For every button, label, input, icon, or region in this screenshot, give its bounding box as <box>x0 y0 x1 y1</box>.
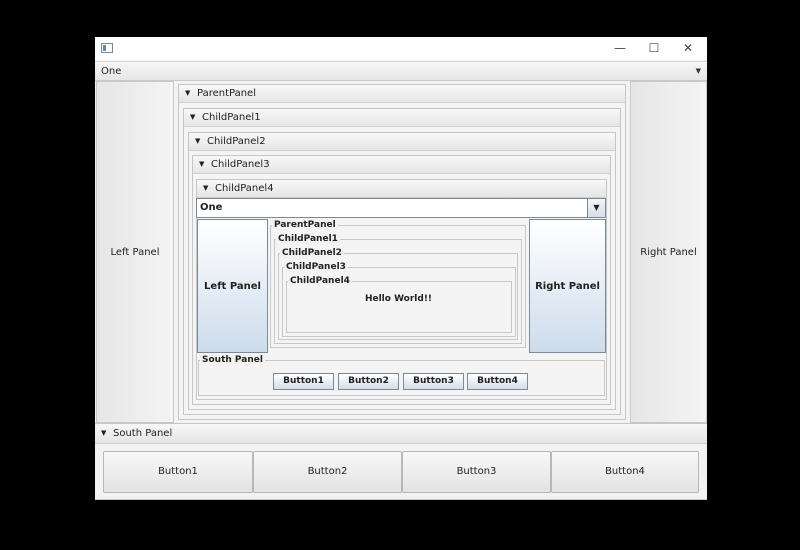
combo-value: One <box>101 66 122 77</box>
titled-border-label: ChildPanel4 <box>288 276 352 286</box>
south-pane-title: South Panel <box>113 428 173 439</box>
titled-border-label: ChildPanel1 <box>276 234 340 244</box>
left-panel: Left Panel <box>96 81 174 423</box>
close-button[interactable]: ✕ <box>671 37 705 60</box>
title-bar: — ☐ ✕ <box>95 37 707 60</box>
titled-pane-header[interactable]: ▼ ChildPanel1 <box>184 109 620 127</box>
titled-border-label: ChildPanel2 <box>280 248 344 258</box>
swing-button-4[interactable]: Button4 <box>467 373 528 390</box>
minimize-button[interactable]: — <box>603 37 637 60</box>
button-1[interactable]: Button1 <box>103 451 253 493</box>
swing-right-panel-label: Right Panel <box>535 280 600 292</box>
maximize-button[interactable]: ☐ <box>637 37 671 60</box>
collapse-arrow-icon: ▼ <box>195 137 201 145</box>
swing-button-1[interactable]: Button1 <box>273 373 334 390</box>
swing-left-panel: Left Panel <box>197 219 268 353</box>
swing-right-panel: Right Panel <box>529 219 606 353</box>
top-combo-box[interactable]: One ▼ <box>95 61 707 81</box>
button-4[interactable]: Button4 <box>551 451 699 493</box>
collapse-arrow-icon: ▼ <box>185 89 191 97</box>
app-icon <box>101 43 113 53</box>
pane-title: ChildPanel2 <box>207 136 266 147</box>
right-panel: Right Panel <box>630 81 707 423</box>
swing-button-3[interactable]: Button3 <box>403 373 464 390</box>
collapse-arrow-icon: ▼ <box>199 160 205 168</box>
swing-combo-box[interactable]: One ▼ <box>196 198 606 218</box>
swing-left-panel-label: Left Panel <box>204 280 261 292</box>
titled-pane-header[interactable]: ▼ ChildPanel4 <box>197 180 606 198</box>
titled-pane-header[interactable]: ▼ ChildPanel2 <box>189 133 615 151</box>
collapse-arrow-icon: ▼ <box>101 429 107 437</box>
swing-button-2[interactable]: Button2 <box>338 373 399 390</box>
right-panel-label: Right Panel <box>640 246 697 258</box>
hello-world-label: Hello World!! <box>364 294 433 304</box>
button-3[interactable]: Button3 <box>402 451 551 493</box>
titled-border-label: ParentPanel <box>272 220 338 230</box>
pane-title: ParentPanel <box>197 88 256 99</box>
swing-combo-value: One <box>200 202 223 213</box>
titled-border-label: ChildPanel3 <box>284 262 348 272</box>
pane-title: ChildPanel4 <box>215 183 274 194</box>
titled-pane-header[interactable]: ▼ ParentPanel <box>179 85 625 103</box>
swing-south-panel <box>198 360 605 396</box>
swing-south-panel-title: South Panel <box>200 355 265 365</box>
titled-pane-header[interactable]: ▼ ChildPanel3 <box>193 156 610 174</box>
collapse-arrow-icon: ▼ <box>203 184 209 192</box>
left-panel-label: Left Panel <box>110 246 160 258</box>
collapse-arrow-icon: ▼ <box>190 113 196 121</box>
south-pane-header[interactable]: ▼ South Panel <box>95 424 707 444</box>
titled-border-child4 <box>286 281 512 333</box>
pane-title: ChildPanel1 <box>202 112 261 123</box>
chevron-down-icon[interactable]: ▼ <box>696 67 701 75</box>
chevron-down-icon[interactable]: ▼ <box>587 199 605 217</box>
button-2[interactable]: Button2 <box>253 451 402 493</box>
pane-title: ChildPanel3 <box>211 159 270 170</box>
